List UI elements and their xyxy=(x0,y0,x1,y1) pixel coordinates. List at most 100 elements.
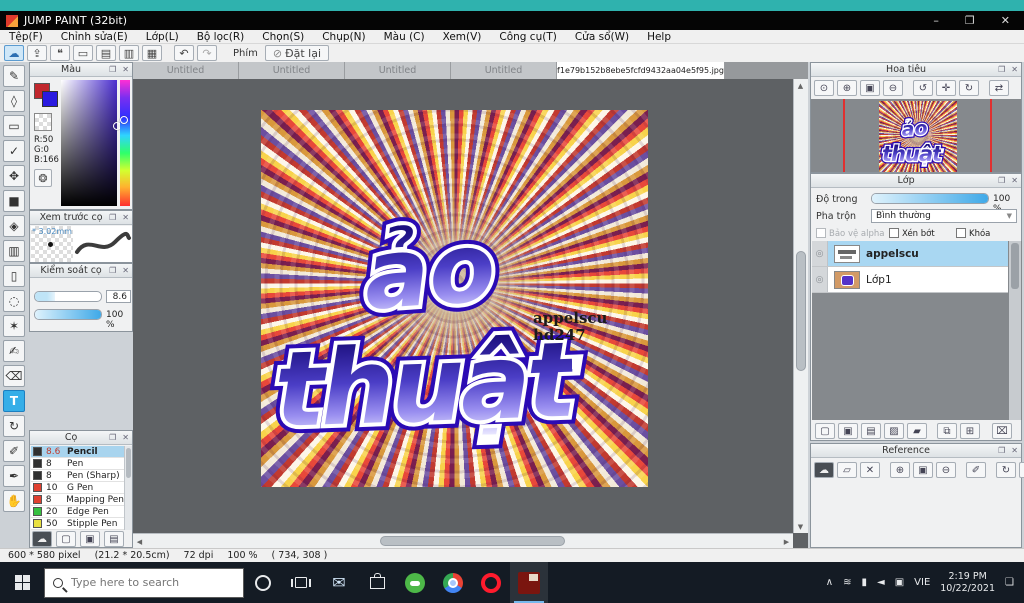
monitor-icon[interactable]: ▭ xyxy=(73,45,93,61)
document-tab[interactable]: Untitled xyxy=(451,62,557,79)
popout-icon[interactable]: ❐ xyxy=(995,65,1008,74)
menu-chinh-sua[interactable]: Chỉnh sửa(E) xyxy=(52,31,137,43)
canvas-viewport[interactable]: ảo ảo ảo thuật thuật thuật appelscu hd24… xyxy=(133,79,793,533)
cloud-icon[interactable]: ☁ xyxy=(4,45,24,61)
store-button[interactable] xyxy=(358,562,396,603)
close-icon[interactable]: ✕ xyxy=(1008,176,1021,185)
coccoc-button[interactable] xyxy=(396,562,434,603)
zoom-in-icon[interactable]: ⊕ xyxy=(837,80,857,96)
new-layer-icon[interactable]: ▢ xyxy=(815,423,835,439)
select-pen-tool-icon[interactable]: ✍ xyxy=(3,340,25,362)
menu-bo-loc[interactable]: Bộ lọc(R) xyxy=(188,31,254,43)
delete-layer-icon[interactable]: ⌧ xyxy=(992,423,1012,439)
popout-icon[interactable]: ❐ xyxy=(106,65,119,74)
volume-icon[interactable]: ◄ xyxy=(877,577,885,588)
hand-tool-icon[interactable]: ✋ xyxy=(3,490,25,512)
horizontal-scrollbar[interactable]: ◀ ▶ xyxy=(133,533,793,548)
brush-row[interactable]: 20 Edge Pen xyxy=(31,506,124,518)
close-icon[interactable]: ✕ xyxy=(1008,446,1021,455)
menu-mau[interactable]: Màu (C) xyxy=(375,31,434,43)
select-rectangle-tool-icon[interactable]: ▯ xyxy=(3,265,25,287)
layer-row[interactable]: ◎ Lớp1 xyxy=(812,267,1008,293)
eye-icon[interactable]: ◎ xyxy=(812,267,828,292)
notification-icon[interactable]: ❏ xyxy=(1005,577,1014,588)
menu-lop[interactable]: Lớp(L) xyxy=(137,31,188,43)
ref-fit-width-icon[interactable]: ⇔ xyxy=(1019,462,1024,478)
grid-palette-icon[interactable]: ▦ xyxy=(142,45,162,61)
layer-opacity-slider[interactable] xyxy=(871,193,989,204)
ref-edit-pen-icon[interactable]: ✐ xyxy=(966,462,986,478)
gradient-tool-icon[interactable]: ▥ xyxy=(3,240,25,262)
saturation-value-square[interactable] xyxy=(61,80,121,206)
transparent-color-swatch[interactable] xyxy=(34,113,52,131)
language-indicator[interactable]: VIE xyxy=(914,577,930,588)
undo-button[interactable]: ↶ xyxy=(174,45,194,61)
comment-icon[interactable]: ❝ xyxy=(50,45,70,61)
curve-tool-icon[interactable]: ✓ xyxy=(3,140,25,162)
upload-brush-icon[interactable]: ☁ xyxy=(32,531,52,547)
layer-list-scrollbar[interactable] xyxy=(1009,241,1021,420)
jump-paint-button[interactable] xyxy=(510,562,548,603)
duplicate-layer-icon[interactable]: ⧉ xyxy=(937,423,957,439)
close-icon[interactable]: ✕ xyxy=(1008,65,1021,74)
upload-reference-icon[interactable]: ☁ xyxy=(814,462,834,478)
zoom-actual-icon[interactable]: ⊙ xyxy=(814,80,834,96)
chrome-button[interactable] xyxy=(434,562,472,603)
brush-row[interactable]: 8 Pen (Sharp) xyxy=(31,470,124,482)
eye-icon[interactable]: ◎ xyxy=(812,241,828,266)
popout-icon[interactable]: ❐ xyxy=(995,176,1008,185)
alpha-protect-checkbox[interactable]: Bảo vệ alpha xyxy=(816,228,884,239)
new-brush-menu-icon[interactable]: ▣ xyxy=(80,531,100,547)
taskbar-search[interactable] xyxy=(44,567,244,598)
flip-horizontal-icon[interactable]: ⇄ xyxy=(989,80,1009,96)
popout-icon[interactable]: ❐ xyxy=(106,213,119,222)
brush-row[interactable]: 8.6 Pencil xyxy=(31,446,124,458)
ref-zoom-in-icon[interactable]: ⊕ xyxy=(890,462,910,478)
ref-rotate-icon[interactable]: ↻ xyxy=(996,462,1016,478)
popout-icon[interactable]: ❐ xyxy=(995,446,1008,455)
navigator-thumbnail[interactable]: ảo ảo ảo thuật thuật thuật xyxy=(879,101,957,172)
merge-layer-icon[interactable]: ⊞ xyxy=(960,423,980,439)
brush-row[interactable]: 50 Stipple Pen xyxy=(31,518,124,530)
close-button[interactable]: ✕ xyxy=(1001,14,1010,27)
ref-zoom-out-icon[interactable]: ⊖ xyxy=(936,462,956,478)
close-icon[interactable]: ✕ xyxy=(119,65,132,74)
rotate-right-icon[interactable]: ↻ xyxy=(959,80,979,96)
close-icon[interactable]: ✕ xyxy=(119,213,132,222)
menu-chup[interactable]: Chụp(N) xyxy=(313,31,374,43)
primary-color-swatch[interactable] xyxy=(42,91,58,107)
new-folder-icon[interactable]: ▰ xyxy=(907,423,927,439)
document-tab[interactable]: Untitled xyxy=(133,62,239,79)
layer-row-selected[interactable]: ◎ appelscu xyxy=(812,241,1008,267)
brush-opacity-slider[interactable] xyxy=(34,309,102,320)
chevron-up-icon[interactable]: ∧ xyxy=(826,577,833,588)
brush-row[interactable]: 8 Mapping Pen xyxy=(31,494,124,506)
document-tab[interactable]: Untitled xyxy=(345,62,451,79)
hue-bar[interactable] xyxy=(120,80,130,206)
document-tab[interactable]: Untitled xyxy=(239,62,345,79)
brush-size-value[interactable]: 8.6 xyxy=(106,290,131,303)
opera-button[interactable] xyxy=(472,562,510,603)
script-brush-icon[interactable]: ▤ xyxy=(104,531,124,547)
close-icon[interactable]: ✕ xyxy=(119,433,132,442)
hue-marker[interactable] xyxy=(120,116,128,124)
new-layer-1bit-icon[interactable]: ▤ xyxy=(861,423,881,439)
redo-button[interactable]: ↷ xyxy=(197,45,217,61)
wifi-icon[interactable]: ≋ xyxy=(843,577,851,588)
navigator-preview[interactable]: ảo ảo ảo thuật thuật thuật xyxy=(811,99,1021,172)
brush-list-scrollbar[interactable] xyxy=(124,446,132,530)
close-icon[interactable]: ✕ xyxy=(119,266,132,275)
select-lasso-tool-icon[interactable]: ◌ xyxy=(3,290,25,312)
vertical-scroll-thumb[interactable] xyxy=(796,251,806,371)
reset-button[interactable]: ⊘ Đặt lại xyxy=(264,45,330,61)
menu-xem[interactable]: Xem(V) xyxy=(434,31,491,43)
select-eraser-tool-icon[interactable]: ⌫ xyxy=(3,365,25,387)
new-brush-icon[interactable]: ▢ xyxy=(56,531,76,547)
document-tab-active[interactable]: f1e79b152b8ebe5fcfd9432aa04e5f95.jpg xyxy=(557,62,725,79)
blend-mode-dropdown[interactable]: Bình thường ▼ xyxy=(871,209,1017,223)
shape-tool-icon[interactable]: ▭ xyxy=(3,115,25,137)
magic-wand-tool-icon[interactable]: ✶ xyxy=(3,315,25,337)
start-button[interactable] xyxy=(0,562,44,603)
menu-tep[interactable]: Tệp(F) xyxy=(0,31,52,43)
ref-fit-icon[interactable]: ▣ xyxy=(913,462,933,478)
